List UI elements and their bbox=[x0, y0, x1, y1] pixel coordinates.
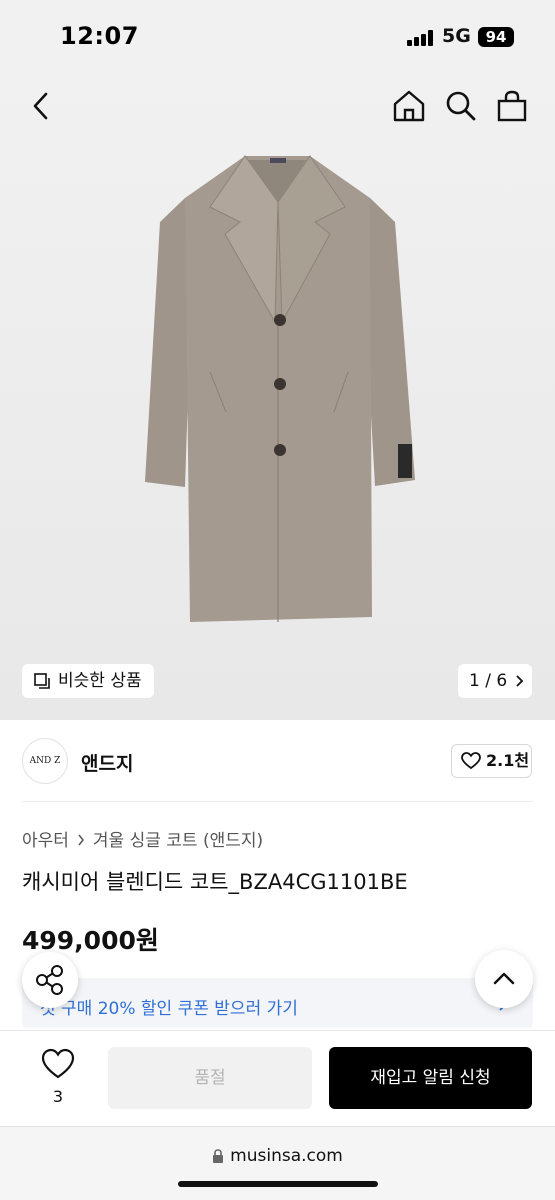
signal-icon bbox=[407, 30, 435, 46]
similar-products-label: 비슷한 상품 bbox=[58, 671, 142, 691]
home-indicator bbox=[178, 1181, 378, 1187]
similar-products-button[interactable]: 비슷한 상품 bbox=[22, 664, 154, 698]
back-chevron-icon[interactable] bbox=[24, 88, 60, 124]
scroll-top-button[interactable] bbox=[475, 950, 533, 1008]
soldout-button: 품절 bbox=[108, 1047, 312, 1109]
divider bbox=[22, 801, 533, 802]
share-icon bbox=[36, 965, 63, 995]
lock-icon bbox=[213, 1149, 224, 1163]
chevron-up-icon bbox=[493, 972, 515, 985]
coupon-text: 첫 구매 20% 할인 쿠폰 받으러 가기 bbox=[40, 999, 298, 1019]
coupon-banner[interactable]: 첫 구매 20% 할인 쿠폰 받으러 가기 bbox=[22, 978, 533, 1028]
chevron-right-icon bbox=[516, 675, 524, 687]
network-label: 5G bbox=[442, 25, 471, 47]
coat-image bbox=[145, 155, 415, 622]
brand-name[interactable]: 앤드지 bbox=[81, 749, 133, 776]
search-icon[interactable] bbox=[443, 88, 479, 124]
image-counter-label: 1 / 6 bbox=[469, 671, 508, 691]
status-time: 12:07 bbox=[60, 22, 139, 50]
heart-icon bbox=[41, 1048, 75, 1079]
chevron-right-icon bbox=[78, 834, 84, 846]
similar-items-icon bbox=[34, 673, 50, 689]
product-title: 캐시미어 블렌디드 코트_BZA4CG1101BE bbox=[22, 870, 408, 894]
heart-icon bbox=[461, 752, 481, 770]
wishlist-count: 3 bbox=[52, 1087, 64, 1106]
product-image-gallery[interactable]: 비슷한 상품 1 / 6 bbox=[0, 72, 555, 720]
battery-indicator: 94 bbox=[478, 27, 514, 47]
breadcrumb-category[interactable]: 아우터 bbox=[22, 831, 69, 851]
url-text: musinsa.com bbox=[230, 1146, 343, 1166]
breadcrumb-subcategory[interactable]: 겨울 싱글 코트 (앤드지) bbox=[93, 831, 263, 851]
restock-alert-button[interactable]: 재입고 알림 신청 bbox=[329, 1047, 532, 1109]
brand-like-button[interactable]: 2.1천 bbox=[451, 744, 532, 778]
url-display[interactable]: musinsa.com bbox=[0, 1146, 555, 1166]
image-counter[interactable]: 1 / 6 bbox=[458, 664, 532, 698]
wishlist-button[interactable]: 3 bbox=[38, 1047, 78, 1106]
shopping-bag-icon[interactable] bbox=[494, 88, 530, 124]
share-button[interactable] bbox=[22, 952, 78, 1008]
browser-url-bar[interactable]: musinsa.com bbox=[0, 1126, 555, 1200]
brand-like-count: 2.1천 bbox=[486, 751, 530, 770]
brand-logo[interactable]: AND Z bbox=[22, 738, 68, 784]
status-bar: 12:07 5G 94 bbox=[0, 0, 555, 72]
purchase-action-bar: 3 품절 재입고 알림 신청 bbox=[0, 1030, 555, 1126]
home-icon[interactable] bbox=[391, 88, 427, 124]
breadcrumb: 아우터 겨울 싱글 코트 (앤드지) bbox=[22, 826, 263, 851]
